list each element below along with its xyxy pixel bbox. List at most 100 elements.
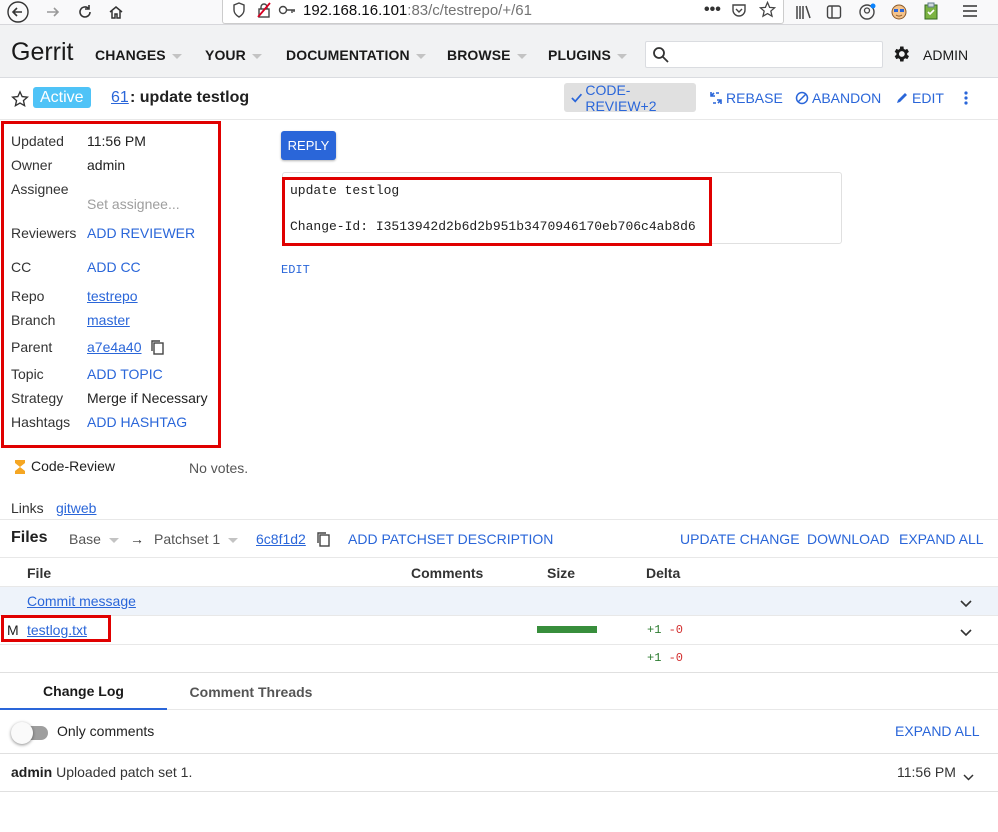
- topic-label: Topic: [11, 366, 44, 382]
- table-row-total: +1 -0: [0, 645, 998, 673]
- expand-all-log-button[interactable]: EXPAND ALL: [895, 723, 980, 739]
- commit-link[interactable]: 6c8f1d2: [256, 531, 306, 547]
- chevron-down-icon: [108, 537, 119, 543]
- add-patchset-description-button[interactable]: ADD PATCHSET DESCRIPTION: [348, 531, 553, 547]
- lines-added: +1: [647, 623, 662, 637]
- abandon-button[interactable]: ABANDON: [795, 90, 881, 106]
- owner-value[interactable]: admin: [87, 157, 125, 173]
- shield-icon[interactable]: [232, 2, 246, 21]
- expand-all-files-button[interactable]: EXPAND ALL: [899, 531, 984, 547]
- links-label: Links: [11, 500, 44, 516]
- menu-your-label: YOUR: [205, 47, 246, 63]
- star-icon[interactable]: [11, 90, 29, 111]
- hamburger-menu-icon[interactable]: [962, 4, 978, 21]
- chevron-down-icon[interactable]: [963, 768, 974, 784]
- account-icon[interactable]: [858, 3, 876, 24]
- assignee-input[interactable]: Set assignee...: [87, 196, 180, 212]
- url-path: :83/c/testrepo/+/61: [407, 2, 532, 19]
- search-input[interactable]: [645, 41, 883, 68]
- gitweb-link[interactable]: gitweb: [56, 500, 96, 516]
- url-host: 192.168.16.101: [303, 2, 408, 19]
- library-icon[interactable]: [795, 4, 812, 23]
- branch-link[interactable]: master: [87, 312, 130, 328]
- menu-plugins[interactable]: PLUGINS: [548, 47, 627, 63]
- add-topic-button[interactable]: ADD TOPIC: [87, 366, 163, 382]
- reply-button[interactable]: REPLY: [281, 131, 336, 160]
- gear-icon[interactable]: [891, 44, 911, 67]
- tab-comment-threads[interactable]: Comment Threads: [167, 673, 335, 710]
- base-select-label: Base: [69, 531, 101, 547]
- more-icon[interactable]: •••: [704, 1, 721, 19]
- only-comments-toggle[interactable]: [11, 722, 33, 744]
- pocket-icon[interactable]: [731, 2, 747, 21]
- size-bar-track: [537, 626, 597, 633]
- menu-documentation[interactable]: DOCUMENTATION: [286, 47, 426, 63]
- chevron-down-icon: [415, 53, 426, 59]
- patchset-select[interactable]: Patchset 1: [154, 531, 239, 547]
- cc-label: CC: [11, 259, 32, 275]
- total-removed: -0: [668, 651, 684, 665]
- chevron-down-icon: [228, 537, 239, 543]
- list-item[interactable]: admin Uploaded patch set 1. 11:56 PM: [0, 754, 998, 792]
- column-size: Size: [547, 565, 576, 581]
- extension-face-icon[interactable]: [890, 3, 908, 24]
- reviewers-label: Reviewers: [11, 225, 77, 241]
- insecure-lock-icon[interactable]: [256, 2, 272, 21]
- edit-message-button[interactable]: EDIT: [281, 263, 310, 277]
- chevron-down-icon[interactable]: [960, 624, 972, 640]
- patchset-select-label: Patchset 1: [154, 531, 221, 547]
- file-highlight: [1, 615, 111, 642]
- reload-icon[interactable]: [72, 0, 98, 24]
- menu-your[interactable]: YOUR: [205, 47, 262, 63]
- size-bar: [537, 626, 597, 633]
- commit-message-highlight: [282, 177, 712, 246]
- updated-value: 11:56 PM: [87, 133, 146, 149]
- edit-button[interactable]: EDIT: [895, 90, 944, 106]
- parent-link[interactable]: a7e4a40: [87, 339, 142, 355]
- arrow-right-icon: →: [130, 531, 144, 547]
- sidebar-icon[interactable]: [826, 4, 842, 23]
- download-button[interactable]: DOWNLOAD: [807, 531, 889, 547]
- copy-icon[interactable]: [149, 339, 165, 359]
- update-change-button[interactable]: UPDATE CHANGE: [680, 531, 800, 547]
- pencil-icon: [897, 93, 907, 103]
- hourglass-icon: [14, 459, 26, 478]
- repo-link[interactable]: testrepo: [87, 288, 138, 304]
- extension-clipboard-icon[interactable]: [922, 2, 940, 24]
- back-icon[interactable]: [5, 0, 31, 24]
- home-icon[interactable]: [103, 0, 129, 24]
- url-bar[interactable]: 192.168.16.101:83/c/testrepo/+/61 •••: [222, 0, 784, 24]
- gerrit-logo[interactable]: Gerrit: [11, 38, 74, 67]
- log-time: 11:56 PM: [897, 764, 956, 780]
- base-select[interactable]: Base: [69, 531, 119, 547]
- add-reviewer-button[interactable]: ADD REVIEWER: [87, 225, 195, 241]
- change-number-link[interactable]: 61: [111, 89, 129, 107]
- commit-message-link[interactable]: Commit message: [27, 593, 136, 609]
- chevron-down-icon: [516, 53, 527, 59]
- rebase-button[interactable]: REBASE: [709, 90, 783, 106]
- copy-icon[interactable]: [315, 531, 331, 551]
- menu-browse-label: BROWSE: [447, 47, 511, 63]
- key-icon[interactable]: [278, 3, 296, 20]
- forward-icon[interactable]: [40, 0, 66, 24]
- browser-toolbar: 192.168.16.101:83/c/testrepo/+/61 •••: [0, 0, 998, 25]
- menu-browse[interactable]: BROWSE: [447, 47, 527, 63]
- bookmark-star-icon[interactable]: [758, 0, 777, 21]
- table-row[interactable]: M testlog.txt +1 -0: [0, 616, 998, 645]
- code-review-label: Code-Review: [31, 458, 116, 474]
- chevron-down-icon[interactable]: [960, 595, 972, 611]
- only-comments-label: Only comments: [57, 723, 155, 739]
- table-row[interactable]: Commit message: [0, 587, 998, 616]
- add-cc-button[interactable]: ADD CC: [87, 259, 141, 275]
- repo-label: Repo: [11, 288, 45, 304]
- strategy-label: Strategy: [11, 390, 64, 406]
- more-vert-icon[interactable]: [962, 90, 970, 109]
- add-hashtag-button[interactable]: ADD HASHTAG: [87, 414, 187, 430]
- code-review-button[interactable]: CODE-REVIEW+2: [564, 82, 696, 114]
- code-review-votes: No votes.: [189, 460, 249, 476]
- block-icon: [795, 91, 809, 105]
- menu-changes[interactable]: CHANGES: [95, 47, 182, 63]
- tab-change-log[interactable]: Change Log: [0, 673, 167, 710]
- user-menu[interactable]: ADMIN: [923, 47, 968, 63]
- column-delta: Delta: [646, 565, 681, 581]
